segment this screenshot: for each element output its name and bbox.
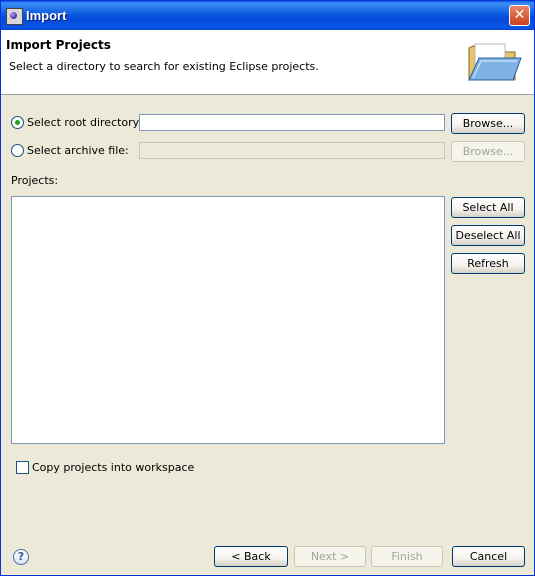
window-title: Import xyxy=(26,8,67,23)
next-button[interactable]: Next > xyxy=(294,546,366,567)
browse-root-button[interactable]: Browse... xyxy=(451,113,525,134)
import-dialog: Import ✕ Import Projects Select a direct… xyxy=(0,0,535,576)
page-title: Import Projects xyxy=(6,38,111,52)
wizard-banner: Import Projects Select a directory to se… xyxy=(1,30,534,95)
select-all-button[interactable]: Select All xyxy=(451,197,525,218)
refresh-button[interactable]: Refresh xyxy=(451,253,525,274)
finish-button[interactable]: Finish xyxy=(371,546,443,567)
root-directory-label: Select root directory: xyxy=(27,116,143,129)
archive-file-input[interactable] xyxy=(139,142,445,159)
projects-list[interactable] xyxy=(11,196,445,444)
archive-file-label: Select archive file: xyxy=(27,144,129,157)
title-bar[interactable]: Import ✕ xyxy=(1,1,534,30)
close-button[interactable]: ✕ xyxy=(509,5,530,26)
browse-archive-button[interactable]: Browse... xyxy=(451,141,525,162)
root-directory-radio[interactable] xyxy=(11,116,24,129)
copy-projects-label: Copy projects into workspace xyxy=(32,461,195,474)
root-directory-input[interactable] xyxy=(139,114,445,131)
deselect-all-button[interactable]: Deselect All xyxy=(451,225,525,246)
help-icon[interactable]: ? xyxy=(13,549,29,565)
page-description: Select a directory to search for existin… xyxy=(9,60,319,73)
back-button[interactable]: < Back xyxy=(214,546,288,567)
copy-projects-checkbox[interactable] xyxy=(16,461,29,474)
archive-file-radio[interactable] xyxy=(11,144,24,157)
cancel-button[interactable]: Cancel xyxy=(452,546,525,567)
projects-label: Projects: xyxy=(11,174,59,187)
eclipse-app-icon xyxy=(6,8,23,25)
open-folder-icon xyxy=(468,43,522,81)
